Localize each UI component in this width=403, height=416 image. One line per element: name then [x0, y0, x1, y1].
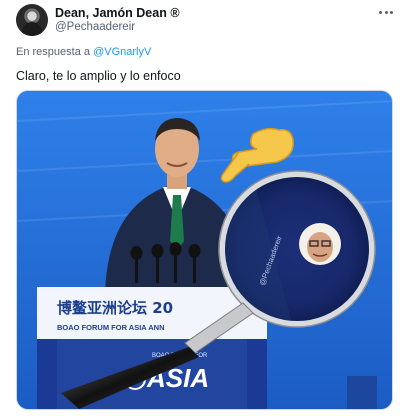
author-name[interactable]: Dean, Jamón Dean ®	[55, 6, 180, 20]
meme-illustration: 博鳌亚洲论坛 20 BOAO FORUM FOR ASIA ANN BOAO F…	[17, 91, 392, 409]
tweet-text: Claro, te lo amplio y lo enfoco	[16, 69, 181, 83]
banner-cn: 博鳌亚洲论坛 20	[57, 299, 173, 317]
reply-prefix: En respuesta a	[16, 46, 94, 58]
tweet: Dean, Jamón Dean ® @Pechaadereir En resp…	[0, 0, 403, 416]
avatar[interactable]	[16, 4, 48, 36]
banner-en: BOAO FORUM FOR ASIA ANN	[57, 323, 165, 332]
author-handle[interactable]: @Pechaadereir	[55, 21, 135, 33]
reply-to-link[interactable]: @VGnarlyV	[93, 46, 151, 58]
reply-context: En respuesta a @VGnarlyV	[16, 46, 151, 58]
magnified-face	[299, 223, 341, 265]
tweet-image[interactable]: 博鳌亚洲论坛 20 BOAO FORUM FOR ASIA ANN BOAO F…	[16, 90, 393, 410]
more-icon[interactable]	[376, 4, 396, 20]
